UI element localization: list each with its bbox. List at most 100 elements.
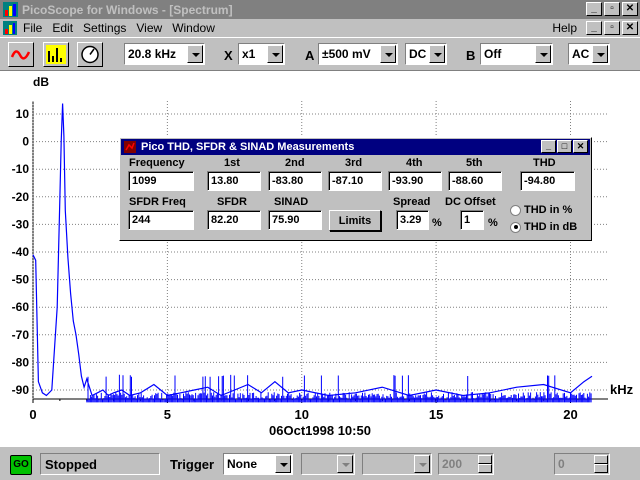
channel-a-label: A	[305, 48, 315, 63]
limits-button[interactable]: Limits	[329, 210, 381, 231]
trigger-delay-spinner[interactable]: 0	[554, 453, 610, 475]
trigger-channel-select[interactable]	[301, 453, 355, 475]
chevron-down-icon[interactable]	[592, 45, 608, 63]
scope-mode-button[interactable]	[8, 42, 34, 67]
dc-offset-field[interactable]: 1	[460, 210, 484, 230]
y-tick-label: -10	[12, 162, 30, 176]
x-axis-label: kHz	[610, 382, 634, 397]
chevron-down-icon[interactable]	[535, 45, 551, 63]
chevron-down-icon[interactable]	[414, 455, 430, 473]
picoscope-app-icon	[3, 2, 18, 17]
y-tick-label: -50	[12, 273, 30, 287]
radio-circle[interactable]	[510, 204, 521, 216]
y-tick-label: -90	[12, 383, 30, 397]
radio-circle-selected[interactable]	[510, 221, 521, 233]
status-text: Stopped	[40, 453, 160, 475]
dialog-maximize-button[interactable]: □	[557, 140, 572, 153]
sfdr-freq-label: SFDR Freq	[129, 196, 186, 208]
x-label: X	[224, 48, 233, 63]
noise-floor-series	[86, 374, 592, 403]
timebase-select[interactable]: 20.8 kHz	[124, 43, 205, 65]
x-tick-label: 20	[563, 407, 577, 422]
sfdr-label: SFDR	[217, 196, 247, 208]
pico-icon	[124, 141, 136, 153]
sfdr-field[interactable]: 82.20	[207, 210, 261, 230]
y-axis-label: dB	[33, 75, 49, 89]
doc-minimize-button[interactable]: _	[586, 21, 602, 35]
restore-button[interactable]: ▫	[604, 2, 620, 16]
y-tick-label: 10	[16, 107, 30, 121]
fifth-harmonic-field[interactable]: -88.60	[448, 171, 502, 191]
spin-up-icon[interactable]	[478, 455, 492, 464]
spectrum-plot-area: 10 0 -10 -20 -30 -40 -50 -60 -70 -80 -90 dB 0 5 10 15 20…	[0, 71, 640, 446]
fifth-label: 5th	[466, 157, 483, 169]
x-tick-label: 0	[29, 407, 36, 422]
y-tick-label: -70	[12, 328, 30, 342]
minimize-button[interactable]: _	[586, 2, 602, 16]
second-harmonic-field[interactable]: -83.80	[268, 171, 322, 191]
menu-bar: File Edit Settings View Window Help _ ▫ …	[0, 19, 640, 37]
status-bar: GO Stopped Trigger None 200 0	[0, 446, 640, 480]
y-tick-label: -60	[12, 300, 30, 314]
first-label: 1st	[224, 157, 240, 169]
third-harmonic-field[interactable]: -87.10	[328, 171, 382, 191]
sinad-field[interactable]: 75.90	[268, 210, 322, 230]
dialog-title: Pico THD, SFDR & SINAD Measurements	[141, 141, 355, 153]
menu-edit[interactable]: Edit	[47, 21, 78, 35]
dialog-minimize-button[interactable]: _	[541, 140, 556, 153]
menu-view[interactable]: View	[131, 21, 167, 35]
document-icon[interactable]	[2, 20, 18, 36]
fourth-harmonic-field[interactable]: -93.90	[388, 171, 442, 191]
y-tick-label: -30	[12, 217, 30, 231]
channel-a-range-select[interactable]: ±500 mV	[318, 43, 398, 65]
chevron-down-icon[interactable]	[429, 45, 445, 63]
dc-offset-label: DC Offset	[445, 196, 496, 208]
menu-settings[interactable]: Settings	[78, 21, 131, 35]
chevron-down-icon[interactable]	[275, 455, 291, 473]
x-multiplier-select[interactable]: x1	[238, 43, 285, 65]
menu-file[interactable]: File	[18, 21, 47, 35]
channel-b-range-select[interactable]: Off	[480, 43, 553, 65]
spin-down-icon[interactable]	[478, 464, 492, 473]
second-label: 2nd	[285, 157, 305, 169]
y-tick-label: -20	[12, 190, 30, 204]
spin-down-icon[interactable]	[594, 464, 608, 473]
chevron-down-icon[interactable]	[267, 45, 283, 63]
toolbar: 20.8 kHz X x1 A ±500 mV DC B Off AC	[0, 37, 640, 71]
y-tick-label: -80	[12, 355, 30, 369]
thd-label: THD	[533, 157, 556, 169]
spin-up-icon[interactable]	[594, 455, 608, 464]
menu-window[interactable]: Window	[167, 21, 220, 35]
channel-b-coupling-select[interactable]: AC	[568, 43, 610, 65]
spectrum-bars-icon	[46, 45, 66, 64]
close-button[interactable]: ✕	[622, 2, 638, 16]
chevron-down-icon[interactable]	[337, 455, 353, 473]
frequency-field[interactable]: 1099	[128, 171, 194, 191]
thd-in-db-radio[interactable]: THD in dB	[510, 221, 577, 233]
thd-in-percent-radio[interactable]: THD in %	[510, 204, 572, 216]
dialog-close-button[interactable]: ✕	[573, 140, 588, 153]
channel-a-coupling-select[interactable]: DC	[405, 43, 447, 65]
dialog-title-bar[interactable]: Pico THD, SFDR & SINAD Measurements _ □ …	[121, 139, 590, 155]
meter-mode-button[interactable]	[77, 42, 103, 67]
menu-help[interactable]: Help	[547, 21, 582, 35]
spread-label: Spread	[393, 196, 431, 208]
x-tick-label: 10	[295, 407, 309, 422]
y-tick-label: -40	[12, 245, 30, 259]
trigger-mode-select[interactable]: None	[223, 453, 293, 475]
trigger-direction-select[interactable]	[362, 453, 432, 475]
x-tick-label: 15	[429, 407, 443, 422]
doc-restore-button[interactable]: ▫	[604, 21, 620, 35]
spectrum-mode-button[interactable]	[43, 42, 69, 67]
chevron-down-icon[interactable]	[187, 45, 203, 63]
y-tick-label: 0	[22, 135, 29, 149]
doc-close-button[interactable]: ✕	[622, 21, 638, 35]
go-button[interactable]: GO	[10, 455, 32, 475]
spread-field[interactable]: 3.29	[396, 210, 429, 230]
trigger-level-spinner[interactable]: 200	[438, 453, 494, 475]
thd-field[interactable]: -94.80	[520, 171, 575, 191]
first-harmonic-field[interactable]: 13.80	[207, 171, 261, 191]
fourth-label: 4th	[406, 157, 423, 169]
sfdr-freq-field[interactable]: 244	[128, 210, 194, 230]
chevron-down-icon[interactable]	[380, 45, 396, 63]
